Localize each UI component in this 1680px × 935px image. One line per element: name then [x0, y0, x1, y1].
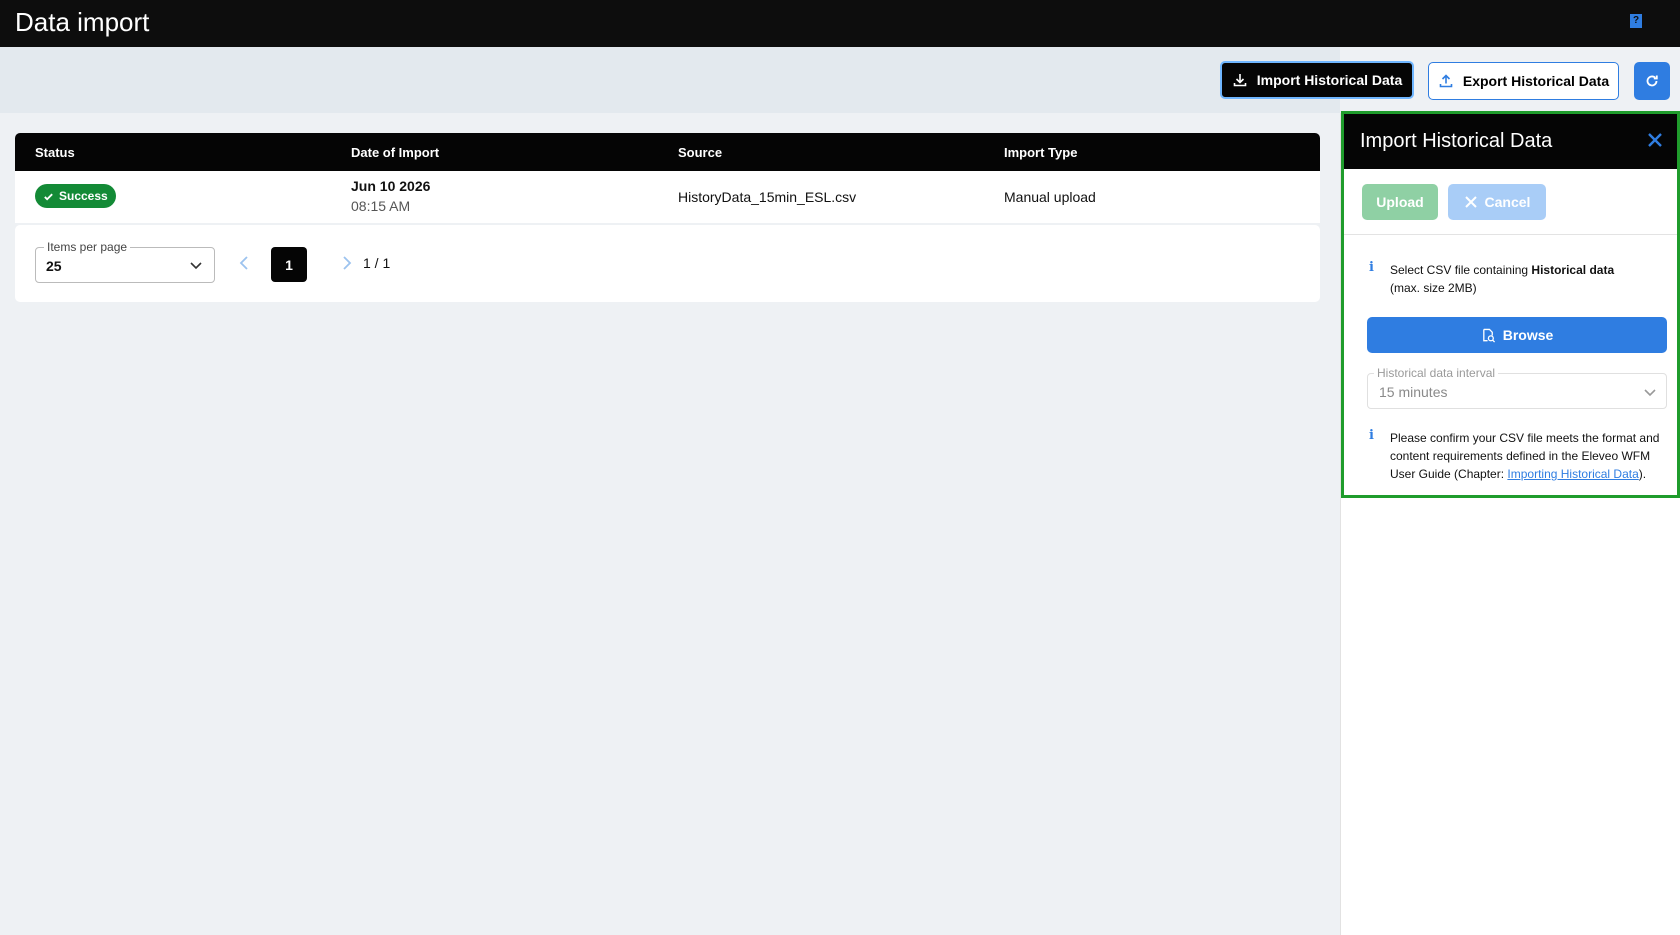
export-historical-data-button[interactable]: Export Historical Data [1428, 62, 1619, 100]
historical-data-interval-select[interactable]: Historical data interval 15 minutes [1367, 366, 1667, 409]
cancel-label: Cancel [1484, 194, 1531, 210]
items-per-page-select[interactable]: Items per page 25 [35, 240, 215, 283]
table-header: Status Date of Import Source Import Type [15, 133, 1320, 171]
refresh-icon [1646, 75, 1658, 87]
info-icon: i [1369, 260, 1374, 275]
refresh-button[interactable] [1634, 62, 1670, 100]
help-book-icon[interactable]: ? [1630, 14, 1642, 28]
export-historical-data-label: Export Historical Data [1462, 73, 1610, 89]
import-type: Manual upload [1004, 189, 1096, 205]
check-icon [44, 193, 53, 201]
page-button-current[interactable]: 1 [271, 247, 307, 282]
upload-button[interactable]: Upload [1362, 184, 1438, 220]
close-icon[interactable] [1646, 131, 1664, 149]
import-historical-data-label: Import Historical Data [1256, 72, 1403, 88]
column-header-status[interactable]: Status [35, 145, 75, 160]
column-header-import-type[interactable]: Import Type [1004, 145, 1077, 160]
status-text: Success [59, 189, 108, 203]
browse-button[interactable]: Browse [1367, 317, 1667, 353]
import-historical-data-button[interactable]: Import Historical Data [1220, 61, 1414, 99]
upload-icon [1439, 74, 1453, 88]
pagination: Items per page 25 1 1 / 1 [15, 225, 1320, 302]
format-info-text: Please confirm your CSV file meets the f… [1390, 429, 1670, 483]
panel-header: Import Historical Data [1344, 114, 1677, 169]
interval-value: 15 minutes [1379, 384, 1448, 400]
import-source: HistoryData_15min_ESL.csv [678, 189, 857, 205]
chevron-down-icon [1644, 389, 1656, 397]
imports-table: Status Date of Import Source Import Type… [15, 133, 1320, 223]
chevron-down-icon [190, 262, 202, 270]
status-badge: Success [35, 184, 116, 208]
next-page-icon[interactable] [340, 255, 354, 271]
import-date: Jun 10 2026 [351, 178, 431, 194]
previous-page-icon[interactable] [237, 255, 251, 271]
panel-title: Import Historical Data [1360, 130, 1553, 152]
user-guide-link[interactable]: Importing Historical Data [1507, 467, 1638, 481]
top-bar: Data import ? [0, 0, 1680, 47]
format-info-end: ). [1638, 467, 1647, 481]
info-icon: i [1369, 428, 1374, 443]
cancel-button[interactable]: Cancel [1448, 184, 1546, 220]
table-row[interactable]: Success Jun 10 2026 08:15 AM HistoryData… [15, 171, 1320, 223]
page-title: Data import [15, 7, 150, 37]
items-per-page-label: Items per page [44, 240, 131, 254]
interval-label: Historical data interval [1374, 366, 1499, 380]
items-per-page-value: 25 [46, 258, 62, 274]
toolbar [0, 47, 1340, 113]
file-info-bold: Historical data [1531, 263, 1615, 277]
column-header-source[interactable]: Source [678, 145, 722, 160]
import-time: 08:15 AM [351, 198, 411, 214]
panel-divider [1344, 234, 1677, 235]
column-header-date-of-import[interactable]: Date of Import [351, 145, 439, 160]
browse-label: Browse [1502, 327, 1554, 343]
file-info-suffix: (max. size 2MB) [1390, 281, 1477, 295]
file-info-prefix: Select CSV file containing [1390, 263, 1532, 277]
file-search-icon [1482, 328, 1495, 343]
page-count: 1 / 1 [363, 255, 391, 271]
close-icon [1464, 196, 1477, 208]
file-info-text: Select CSV file containing Historical da… [1390, 261, 1640, 297]
download-icon [1233, 74, 1247, 87]
